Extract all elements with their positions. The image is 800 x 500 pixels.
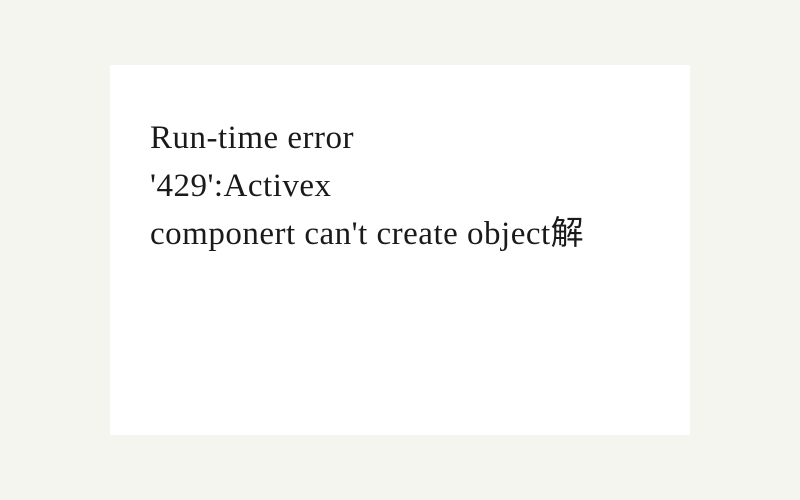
error-line-1: Run-time error bbox=[150, 115, 650, 163]
error-line-2: '429':Activex bbox=[150, 163, 650, 211]
error-line-3: componert can't create object解 bbox=[150, 211, 650, 259]
error-text-block: Run-time error '429':Activex componert c… bbox=[150, 115, 650, 259]
error-message-panel: Run-time error '429':Activex componert c… bbox=[110, 65, 690, 435]
